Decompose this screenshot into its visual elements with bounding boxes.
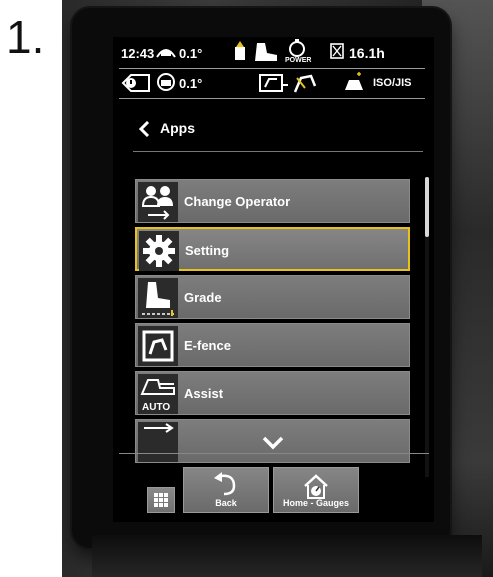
- hourglass-icon: [330, 43, 344, 59]
- gear-icon: [139, 231, 179, 271]
- home-button-label: Home - Gauges: [282, 498, 349, 508]
- display-mount: [92, 535, 482, 577]
- change-operator-icon: [138, 182, 178, 222]
- hour-meter-value: 16.1h: [349, 45, 385, 61]
- grade-icon: [138, 278, 178, 318]
- header-divider: [133, 151, 423, 152]
- undo-arrow-icon: [214, 472, 236, 496]
- chevron-down-icon[interactable]: [261, 435, 285, 451]
- status-divider-bottom: [119, 98, 425, 99]
- pattern-label: ISO/JIS: [373, 77, 412, 89]
- apps-list: Change Operator Setting Grade E-fence AU…: [135, 179, 415, 477]
- partial-item-icon: [138, 422, 178, 462]
- auto-label: AUTO: [142, 402, 171, 413]
- home-gauges-button[interactable]: Home - Gauges: [273, 467, 359, 513]
- list-item-setting[interactable]: Setting: [135, 227, 410, 271]
- back-button[interactable]: Back: [183, 467, 269, 513]
- work-mode-boot-icon: [255, 43, 277, 61]
- list-item-assist[interactable]: AUTO Assist: [135, 371, 410, 415]
- machine-boom-icon: [259, 74, 288, 92]
- operating-pattern-icon: [345, 72, 363, 90]
- roll-value: 0.1°: [179, 76, 203, 91]
- list-scrollbar[interactable]: [425, 177, 429, 477]
- list-item-label: Assist: [184, 386, 224, 401]
- list-item-label: E-fence: [184, 338, 231, 353]
- list-item-change-operator[interactable]: Change Operator: [135, 179, 410, 223]
- list-item-grade[interactable]: Grade: [135, 275, 410, 319]
- list-item-label: Change Operator: [184, 194, 291, 209]
- monitor-screen: 12:43 0.1° POWER 16.1h 0.1° ISO/JIS Apps…: [113, 37, 434, 522]
- fuel-icon: [235, 41, 245, 60]
- power-label: POWER: [285, 57, 312, 64]
- grid-icon: [154, 493, 168, 507]
- back-chevron-icon[interactable]: [138, 121, 150, 137]
- page-title: Apps: [160, 120, 195, 136]
- list-item-label: Setting: [185, 243, 230, 258]
- step-number: 1.: [6, 11, 45, 63]
- back-button-label: Back: [215, 498, 237, 508]
- apps-header: Apps: [113, 109, 434, 149]
- boom-dipper-icon: [293, 74, 317, 93]
- scrollbar-thumb[interactable]: [425, 177, 429, 237]
- pitch-angle-icon: [156, 49, 176, 58]
- list-item-label: Grade: [184, 290, 222, 305]
- home-gauge-icon: [304, 474, 328, 499]
- warning-message-icon: [121, 74, 150, 92]
- list-item-e-fence[interactable]: E-fence: [135, 323, 410, 367]
- clock-text: 12:43: [121, 46, 155, 61]
- status-divider: [119, 68, 425, 69]
- e-fence-icon: [138, 326, 178, 366]
- power-mode-icon: [289, 39, 305, 57]
- status-bar: 12:43 0.1° POWER 16.1h 0.1° ISO/JIS: [113, 37, 434, 101]
- pitch-value: 0.1°: [179, 46, 203, 61]
- roll-angle-icon: [157, 73, 175, 91]
- bottom-divider: [119, 453, 429, 454]
- apps-grid-button[interactable]: [147, 487, 175, 513]
